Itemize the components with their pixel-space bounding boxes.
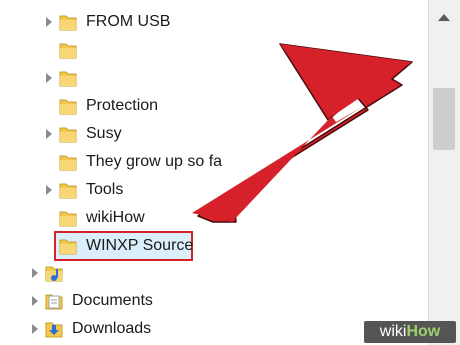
scroll-up-icon[interactable] [438,14,450,21]
tree-item-label: Susy [86,125,122,142]
tree-item-winxp-source[interactable]: WINXP Source [0,232,428,260]
vertical-scrollbar[interactable] [428,0,460,345]
tree-item-music[interactable] [0,259,428,287]
folder-icon [59,183,77,199]
tree-item-from-usb[interactable]: FROM USB [0,8,428,36]
tree-item-label: Tools [86,181,124,198]
folder-icon [59,211,77,227]
folder-icon [59,155,77,171]
music-folder-icon [45,266,63,282]
scrollbar-thumb[interactable] [433,88,455,150]
expand-arrow-icon[interactable] [46,129,52,139]
folder-icon [59,99,77,115]
tree-item-susy[interactable]: Susy [0,120,428,148]
folder-icon [59,71,77,87]
expand-arrow-icon[interactable] [32,268,38,278]
wikihow-watermark: wikiHow [364,321,456,343]
tree-item-protection[interactable]: Protection [0,92,428,120]
documents-icon [45,294,63,310]
expand-arrow-icon[interactable] [32,324,38,334]
tree-item-label: wikiHow [86,209,145,226]
expand-arrow-icon[interactable] [32,296,38,306]
expand-arrow-icon[interactable] [46,17,52,27]
tree-item-documents[interactable]: Documents [0,287,428,315]
tree-item-label: FROM USB [86,13,171,30]
tree-item-tools[interactable]: Tools [0,176,428,204]
tree-item-unnamed-folder[interactable] [0,36,428,64]
tree-item-they-grow-up[interactable]: They grow up so fa [0,148,428,176]
tree-item-label: Downloads [72,320,152,337]
expand-arrow-icon[interactable] [46,185,52,195]
folder-icon [59,15,77,31]
downloads-icon [45,322,63,338]
tree-item-label: Protection [86,97,159,114]
tree-item-label: WINXP Source [86,237,194,254]
expand-arrow-icon[interactable] [46,73,52,83]
folder-icon [59,239,77,255]
tree-item-label: Documents [72,292,153,309]
navigation-pane: FROM USB Protection Susy They grow up so… [0,0,428,345]
folder-icon [59,43,77,59]
tree-item-unnamed-folder-2[interactable] [0,64,428,92]
folder-icon [59,127,77,143]
tree-item-wikihow[interactable]: wikiHow [0,204,428,232]
tree-item-label: They grow up so fa [86,153,223,170]
